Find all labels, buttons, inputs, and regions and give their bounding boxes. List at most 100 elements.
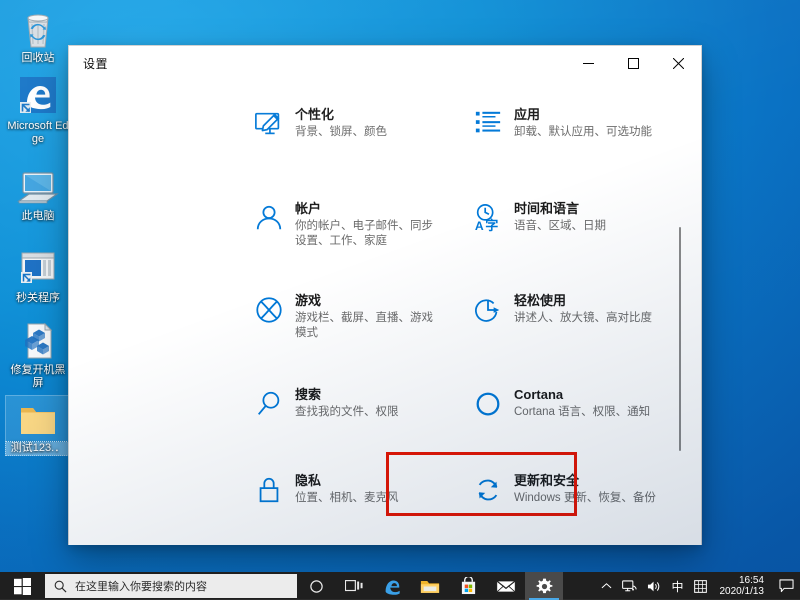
- settings-item-desc: 位置、相机、麦克风: [295, 492, 399, 504]
- desktop-icon-label: 测试123.．: [5, 441, 71, 456]
- window-title: 设置: [83, 56, 109, 71]
- desktop-icon-label: 修复开机黑屏: [10, 364, 66, 389]
- window-titlebar[interactable]: 设置: [69, 46, 701, 81]
- edge-button[interactable]: [373, 572, 411, 600]
- desktop-icon-label: 此电脑: [21, 210, 55, 222]
- network-icon: [622, 579, 638, 591]
- maximize-icon: [628, 57, 639, 69]
- show-hidden-icons-button[interactable]: [596, 572, 617, 600]
- settings-scrollbar-track[interactable]: [679, 81, 692, 545]
- settings-item-desc: 你的帐户、电子邮件、同步设置、工作、家庭: [295, 220, 433, 247]
- settings-item-text: 帐户 你的帐户、电子邮件、同步设置、工作、家庭: [289, 201, 443, 249]
- settings-row: 帐户 你的帐户、电子邮件、同步设置、工作、家庭 A 字 时间和语言 语音、区域、…: [69, 189, 701, 261]
- settings-item-desc: 卸载、默认应用、可选功能: [514, 126, 652, 138]
- microsoft-edge-icon: [6, 74, 70, 118]
- desktop-icon-test-folder[interactable]: 测试123.．: [5, 395, 71, 456]
- settings-item-search[interactable]: 搜索 查找我的文件、权限: [249, 375, 465, 439]
- accounts-icon: [249, 201, 289, 241]
- cortana-ring-icon: [309, 579, 323, 593]
- minimize-button[interactable]: [566, 46, 611, 80]
- folder-icon: [420, 580, 440, 593]
- settings-item-title: 应用: [514, 107, 541, 122]
- desktop-icon-label: Microsoft Edge: [7, 120, 69, 145]
- settings-row: 游戏 游戏栏、截屏、直播、游戏模式 轻松使用 讲述人、放大镜、高对比度: [69, 281, 701, 353]
- search-input[interactable]: 在这里输入你要搜索的内容: [45, 574, 297, 598]
- clock-time: 16:54: [738, 575, 764, 586]
- volume-button[interactable]: [642, 572, 666, 600]
- settings-grid: 个性化 背景、锁屏、颜色 应用 卸载、默认应用、可选功能 帐户 你的帐户、电子邮…: [69, 81, 701, 545]
- settings-item-accounts[interactable]: 帐户 你的帐户、电子邮件、同步设置、工作、家庭: [249, 189, 465, 261]
- taskbar-clock[interactable]: 16:54 2020/1/13: [712, 572, 773, 600]
- search-icon: [54, 580, 67, 593]
- clock-date: 2020/1/13: [719, 586, 765, 597]
- start-button[interactable]: [0, 572, 44, 600]
- ime-indicator[interactable]: 中: [666, 572, 688, 600]
- microsoft-store-button[interactable]: [449, 572, 487, 600]
- taskbar[interactable]: 在这里输入你要搜索的内容 中 16:54 2020/1/13: [0, 572, 800, 600]
- personalization-icon: [249, 107, 289, 147]
- highlight-rectangle-update-security: [386, 452, 577, 516]
- settings-scrollbar-thumb[interactable]: [679, 227, 681, 451]
- close-button[interactable]: [656, 46, 701, 80]
- desktop-icon-this-pc[interactable]: 此电脑: [6, 164, 70, 223]
- settings-row: 个性化 背景、锁屏、颜色 应用 卸载、默认应用、可选功能: [69, 95, 701, 159]
- settings-item-text: 搜索 查找我的文件、权限: [289, 387, 399, 420]
- settings-item-time-language[interactable]: A 字 时间和语言 语音、区域、日期: [468, 189, 684, 261]
- ime-keyboard-button[interactable]: [689, 572, 712, 600]
- settings-item-gaming[interactable]: 游戏 游戏栏、截屏、直播、游戏模式: [249, 281, 465, 353]
- task-view-button[interactable]: [335, 572, 373, 600]
- settings-item-text: 时间和语言 语音、区域、日期: [508, 201, 606, 234]
- desktop-icon-fix-black-screen[interactable]: 修复开机黑屏: [6, 318, 70, 390]
- settings-item-title: 帐户: [295, 201, 322, 216]
- mail-envelope-icon: [496, 580, 516, 592]
- settings-item-desc: 背景、锁屏、颜色: [295, 126, 387, 138]
- maximize-button[interactable]: [611, 46, 656, 80]
- script-file-icon: [6, 318, 70, 362]
- settings-content-area[interactable]: 个性化 背景、锁屏、颜色 应用 卸载、默认应用、可选功能 帐户 你的帐户、电子邮…: [69, 81, 701, 545]
- settings-item-title: 个性化: [295, 107, 335, 122]
- desktop-icon-recycle-bin[interactable]: 回收站: [6, 6, 70, 65]
- gear-icon: [536, 578, 552, 593]
- settings-item-title: 更新和安全: [514, 473, 580, 488]
- search-icon: [249, 387, 289, 427]
- settings-row: 隐私 位置、相机、麦克风 更新和安全 Windows 更新、恢复、备份: [69, 461, 701, 525]
- close-icon: [673, 57, 684, 69]
- this-pc-icon: [6, 164, 70, 208]
- desktop-icon-microsoft-edge[interactable]: Microsoft Edge: [6, 74, 70, 146]
- settings-item-ease-of-access[interactable]: 轻松使用 讲述人、放大镜、高对比度: [468, 281, 684, 353]
- svg-text:字: 字: [485, 217, 498, 233]
- settings-item-desc: 语音、区域、日期: [514, 220, 606, 232]
- search-placeholder: 在这里输入你要搜索的内容: [75, 581, 207, 593]
- cortana-icon: [468, 387, 508, 427]
- settings-item-apps[interactable]: 应用 卸载、默认应用、可选功能: [468, 95, 684, 159]
- microsoft-edge-icon: [385, 579, 400, 595]
- settings-item-text: 更新和安全 Windows 更新、恢复、备份: [508, 473, 656, 506]
- desktop-icon-label: 秒关程序: [16, 292, 60, 304]
- network-button[interactable]: [617, 572, 642, 600]
- gaming-icon: [249, 293, 289, 333]
- desktop-icon-quick-close-program[interactable]: 秒关程序: [6, 246, 70, 305]
- cortana-button[interactable]: [297, 572, 335, 600]
- notification-icon: [778, 579, 794, 593]
- ime-keyboard-icon: [693, 579, 707, 593]
- volume-icon: [648, 581, 660, 591]
- settings-item-privacy[interactable]: 隐私 位置、相机、麦克风: [249, 461, 465, 525]
- desktop-background[interactable]: 回收站 Microsoft Edge 此电脑 秒关程序 修复开机黑屏 测试123…: [0, 0, 800, 572]
- settings-item-text: 个性化 背景、锁屏、颜色: [289, 107, 387, 140]
- settings-item-personalization[interactable]: 个性化 背景、锁屏、颜色: [249, 95, 465, 159]
- settings-item-title: 轻松使用: [514, 293, 567, 308]
- action-center-button[interactable]: [772, 572, 800, 600]
- settings-window[interactable]: 设置 个性化 背景、锁屏、颜色 应用 卸载、默认应用、可选功能 帐户 你的帐户、…: [69, 46, 701, 545]
- svg-text:A: A: [475, 219, 484, 233]
- settings-item-text: 游戏 游戏栏、截屏、直播、游戏模式: [289, 293, 443, 341]
- mail-button[interactable]: [487, 572, 525, 600]
- file-explorer-button[interactable]: [411, 572, 449, 600]
- window-caption-buttons: [566, 46, 701, 80]
- system-tray: 中 16:54 2020/1/13: [596, 572, 800, 600]
- folder-icon: [6, 396, 70, 440]
- microsoft-store-icon: [461, 577, 475, 595]
- settings-item-update-security[interactable]: 更新和安全 Windows 更新、恢复、备份: [468, 461, 684, 525]
- settings-button[interactable]: [525, 572, 563, 600]
- settings-item-title: 搜索: [295, 387, 322, 402]
- settings-item-cortana[interactable]: Cortana Cortana 语言、权限、通知: [468, 375, 684, 439]
